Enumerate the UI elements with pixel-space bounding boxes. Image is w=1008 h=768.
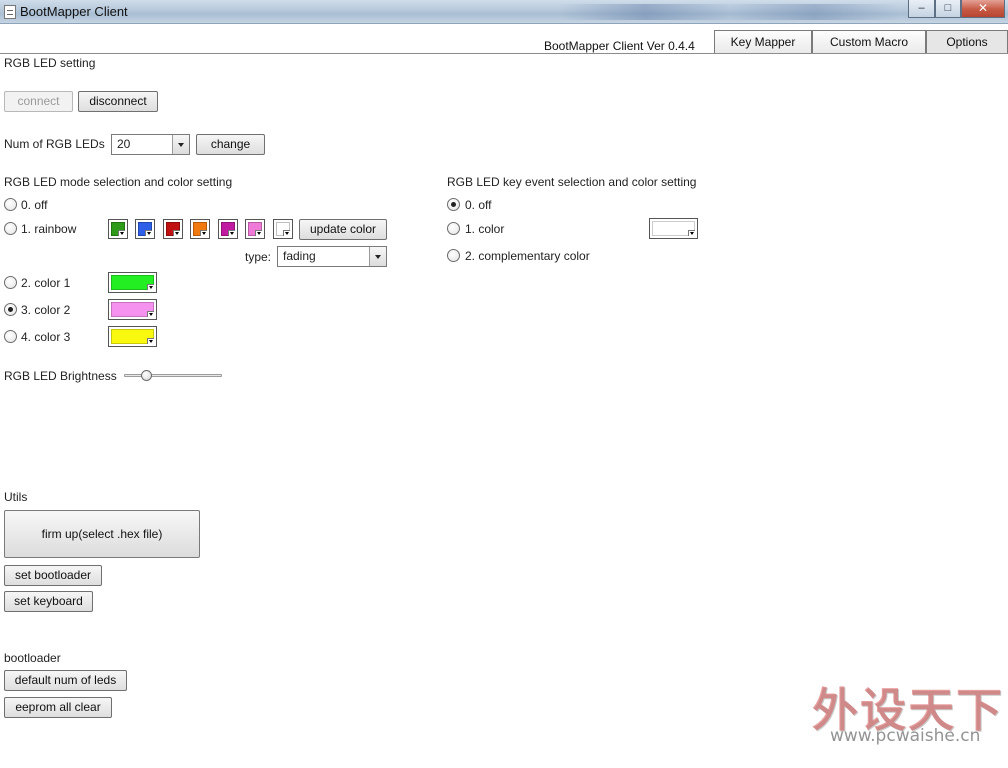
default-num-leds-button[interactable]: default num of leds [4, 670, 127, 691]
chevron-down-icon [200, 230, 207, 236]
rainbow-color-2[interactable] [135, 219, 155, 239]
color2-swatch[interactable] [108, 299, 157, 320]
chevron-down-icon [688, 230, 695, 236]
num-leds-value: 20 [117, 137, 131, 151]
chevron-down-icon [255, 230, 262, 236]
key-event-radio-off[interactable] [447, 198, 460, 211]
eeprom-clear-button[interactable]: eeprom all clear [4, 697, 112, 718]
brightness-label: RGB LED Brightness [4, 369, 117, 383]
set-bootloader-button[interactable]: set bootloader [4, 565, 102, 586]
brightness-slider-thumb[interactable] [141, 370, 153, 381]
chevron-down-icon [118, 230, 125, 236]
mode-label-color1: 2. color 1 [21, 276, 71, 290]
chevron-down-icon [172, 135, 189, 154]
chevron-down-icon [283, 230, 290, 236]
mode-label-off: 0. off [21, 198, 48, 212]
type-value: fading [283, 249, 316, 263]
rainbow-color-7[interactable] [273, 219, 293, 239]
key-event-label-complementary: 2. complementary color [465, 249, 590, 263]
tab-divider [0, 53, 1008, 54]
chevron-down-icon [228, 230, 235, 236]
utils-title: Utils [4, 490, 28, 504]
title-bar [0, 0, 1008, 24]
key-event-color-swatch[interactable] [649, 218, 698, 239]
version-label: BootMapper Client Ver 0.4.4 [544, 39, 695, 53]
update-color-button[interactable]: update color [299, 219, 387, 240]
tab-key-mapper[interactable]: Key Mapper [714, 30, 812, 54]
watermark-url: www.pcwaishe.cn [830, 726, 981, 746]
key-event-label-off: 0. off [465, 198, 492, 212]
chevron-down-icon [147, 284, 154, 290]
bootloader-title: bootloader [4, 651, 61, 665]
chevron-down-icon [145, 230, 152, 236]
close-button[interactable]: ✕ [961, 0, 1005, 18]
num-leds-label: Num of RGB LEDs [4, 137, 105, 151]
key-event-radio-color[interactable] [447, 222, 460, 235]
mode-radio-color3[interactable] [4, 330, 17, 343]
key-event-radio-complementary[interactable] [447, 249, 460, 262]
mode-radio-color1[interactable] [4, 276, 17, 289]
minimize-button[interactable]: – [908, 0, 935, 18]
color1-swatch[interactable] [108, 272, 157, 293]
title-bar-background [560, 4, 900, 20]
rainbow-color-3[interactable] [163, 219, 183, 239]
change-button[interactable]: change [196, 134, 265, 155]
color3-swatch[interactable] [108, 326, 157, 347]
app-icon [4, 5, 16, 19]
mode-label-rainbow: 1. rainbow [21, 222, 77, 236]
brightness-slider[interactable] [124, 374, 222, 377]
chevron-down-icon [369, 247, 386, 266]
chevron-down-icon [147, 338, 154, 344]
tab-options[interactable]: Options [926, 30, 1008, 54]
num-leds-select[interactable]: 20 [111, 134, 190, 155]
mode-radio-off[interactable] [4, 198, 17, 211]
rainbow-color-5[interactable] [218, 219, 238, 239]
connect-button[interactable]: connect [4, 91, 73, 112]
firmup-button[interactable]: firm up(select .hex file) [4, 510, 200, 558]
key-event-section-title: RGB LED key event selection and color se… [447, 175, 697, 189]
type-label: type: [245, 250, 272, 264]
rainbow-color-1[interactable] [108, 219, 128, 239]
type-select[interactable]: fading [277, 246, 387, 267]
mode-label-color2: 3. color 2 [21, 303, 71, 317]
rgb-setting-title: RGB LED setting [4, 56, 96, 70]
mode-radio-rainbow[interactable] [4, 222, 17, 235]
chevron-down-icon [147, 311, 154, 317]
set-keyboard-button[interactable]: set keyboard [4, 591, 93, 612]
maximize-button[interactable]: □ [935, 0, 961, 18]
mode-radio-color2[interactable] [4, 303, 17, 316]
mode-section-title: RGB LED mode selection and color setting [4, 175, 233, 189]
rainbow-color-6[interactable] [245, 219, 265, 239]
window-title: BootMapper Client [20, 4, 128, 19]
tab-custom-macro[interactable]: Custom Macro [812, 30, 926, 54]
key-event-label-color: 1. color [465, 222, 505, 236]
disconnect-button[interactable]: disconnect [78, 91, 158, 112]
rainbow-color-4[interactable] [190, 219, 210, 239]
chevron-down-icon [173, 230, 180, 236]
mode-label-color3: 4. color 3 [21, 330, 71, 344]
